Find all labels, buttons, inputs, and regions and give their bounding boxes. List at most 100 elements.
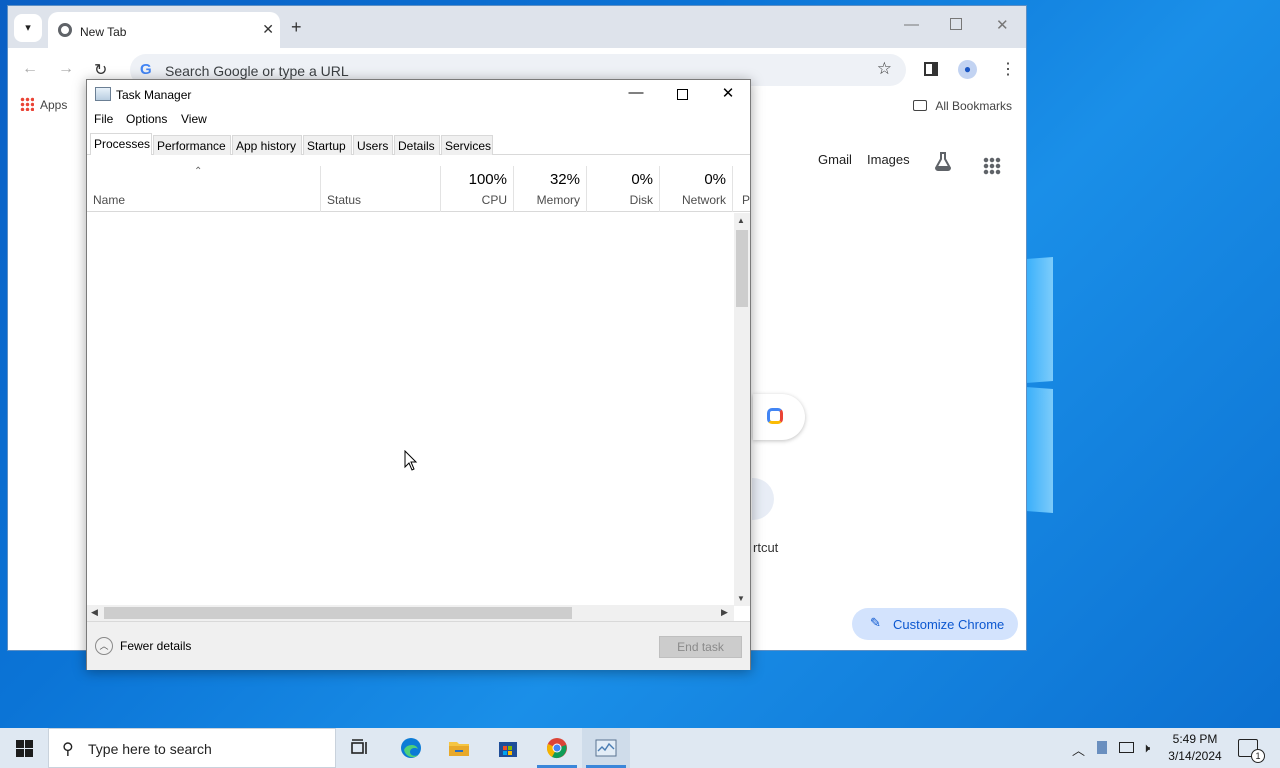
vertical-scrollbar[interactable]: ▲ ▼ bbox=[734, 213, 750, 606]
vertical-scroll-thumb[interactable] bbox=[736, 230, 748, 307]
side-panel-icon[interactable] bbox=[924, 62, 938, 76]
column-status-label: Status bbox=[327, 193, 362, 207]
scroll-right-icon[interactable]: ▶ bbox=[721, 607, 728, 618]
notification-count-badge: 1 bbox=[1251, 749, 1265, 763]
fewer-details-link[interactable]: Fewer details bbox=[120, 639, 191, 653]
end-task-button[interactable]: End task bbox=[659, 636, 742, 658]
network-icon[interactable] bbox=[1119, 742, 1134, 753]
pencil-icon: ✎ bbox=[870, 615, 881, 630]
gmail-link[interactable]: Gmail bbox=[818, 152, 852, 167]
customize-chrome-button[interactable]: ✎ Customize Chrome bbox=[852, 608, 1018, 640]
google-g-icon: G bbox=[140, 61, 152, 78]
tray-app-icon[interactable] bbox=[1097, 741, 1107, 754]
column-status[interactable]: Status bbox=[321, 166, 441, 212]
task-manager-titlebar[interactable]: Task Manager — ✕ bbox=[87, 80, 750, 108]
column-cpu-label: CPU bbox=[481, 193, 507, 207]
column-network-label: Network bbox=[681, 193, 726, 207]
menu-options[interactable]: Options bbox=[126, 112, 167, 126]
task-view-button[interactable] bbox=[336, 728, 384, 768]
google-apps-icon[interactable] bbox=[983, 157, 1001, 175]
cpu-percent: 100% bbox=[468, 171, 507, 188]
images-link[interactable]: Images bbox=[867, 152, 910, 167]
menu-file[interactable]: File bbox=[94, 112, 113, 126]
column-cpu[interactable]: 100% CPU bbox=[441, 166, 514, 212]
task-manager-icon bbox=[595, 739, 617, 757]
clock-time: 5:49 PM bbox=[1172, 732, 1218, 746]
reload-icon[interactable]: ↻ bbox=[94, 60, 107, 80]
folder-icon bbox=[913, 100, 928, 111]
action-center-icon[interactable]: 1 bbox=[1238, 739, 1265, 763]
column-name[interactable]: Name bbox=[87, 166, 321, 212]
close-icon[interactable]: ✕ bbox=[713, 84, 743, 102]
memory-percent: 32% bbox=[549, 171, 580, 188]
desktop-windows-logo bbox=[1026, 257, 1056, 513]
all-bookmarks-button[interactable]: All Bookmarks bbox=[913, 99, 1012, 113]
minimize-icon[interactable]: — bbox=[621, 84, 651, 101]
tab-new-tab[interactable]: New Tab ✕ bbox=[48, 12, 280, 48]
lens-search-button[interactable] bbox=[753, 394, 805, 440]
file-explorer-taskbar-button[interactable] bbox=[435, 728, 483, 768]
scroll-up-icon[interactable]: ▲ bbox=[737, 216, 745, 225]
bookmark-star-icon[interactable]: ☆ bbox=[877, 59, 892, 79]
google-lens-icon bbox=[767, 408, 783, 424]
tab-startup[interactable]: Startup bbox=[303, 135, 352, 155]
forward-icon[interactable]: → bbox=[58, 60, 74, 78]
column-disk[interactable]: 0% Disk bbox=[587, 166, 660, 212]
start-button[interactable] bbox=[0, 728, 48, 768]
chevron-up-circle-icon[interactable]: ︿ bbox=[95, 637, 113, 655]
chrome-taskbar-button[interactable] bbox=[533, 728, 581, 768]
tab-app-history[interactable]: App history bbox=[232, 135, 302, 155]
column-truncated-label: P bbox=[742, 193, 751, 207]
new-tab-button[interactable]: + bbox=[291, 17, 302, 38]
back-icon[interactable]: ← bbox=[22, 60, 38, 78]
tab-performance[interactable]: Performance bbox=[153, 135, 231, 155]
tab-close-icon[interactable]: ✕ bbox=[262, 21, 274, 38]
all-bookmarks-label: All Bookmarks bbox=[935, 99, 1012, 113]
maximize-icon[interactable] bbox=[950, 18, 962, 30]
labs-flask-icon[interactable] bbox=[932, 150, 954, 172]
column-network[interactable]: 0% Network bbox=[660, 166, 733, 212]
close-window-icon[interactable]: ✕ bbox=[996, 16, 1009, 34]
network-percent: 0% bbox=[704, 171, 726, 188]
taskbar-search-input[interactable]: Type here to search bbox=[88, 741, 212, 757]
taskbar: ⚲ Type here to search ︿ 🕨 5:49 PM 3/14/2… bbox=[0, 728, 1280, 768]
maximize-icon[interactable] bbox=[677, 89, 688, 100]
tab-search-button[interactable]: ▾ bbox=[14, 14, 42, 42]
omnibox-input[interactable]: Search Google or type a URL bbox=[165, 63, 349, 79]
tab-users[interactable]: Users bbox=[353, 135, 393, 155]
profile-avatar-icon[interactable]: ● bbox=[958, 60, 977, 79]
column-truncated[interactable]: P bbox=[733, 166, 750, 212]
task-manager-window: Task Manager — ✕ File Options View Proce… bbox=[86, 79, 751, 670]
tab-processes[interactable]: Processes bbox=[90, 133, 152, 155]
disk-percent: 0% bbox=[631, 171, 653, 188]
horizontal-scrollbar[interactable]: ◀ ▶ bbox=[87, 605, 734, 621]
edge-taskbar-button[interactable] bbox=[387, 728, 435, 768]
taskbar-clock[interactable]: 5:49 PM 3/14/2024 bbox=[1160, 731, 1230, 765]
chrome-menu-icon[interactable]: ⋮ bbox=[1000, 59, 1016, 79]
shortcut-label: rtcut bbox=[753, 540, 779, 555]
volume-muted-icon[interactable]: 🕨 bbox=[1142, 740, 1150, 756]
horizontal-scroll-thumb[interactable] bbox=[104, 607, 572, 619]
task-manager-taskbar-button[interactable] bbox=[582, 728, 630, 768]
column-memory[interactable]: 32% Memory bbox=[514, 166, 587, 212]
minimize-icon[interactable]: — bbox=[904, 16, 919, 33]
tab-details[interactable]: Details bbox=[394, 135, 440, 155]
add-shortcut-tile[interactable] bbox=[752, 478, 774, 520]
tab-strip: ▾ New Tab ✕ + — ✕ bbox=[8, 6, 1026, 48]
search-icon: ⚲ bbox=[62, 741, 74, 758]
chevron-down-icon: ▾ bbox=[25, 22, 31, 34]
clock-date: 3/14/2024 bbox=[1168, 749, 1222, 763]
store-taskbar-button[interactable] bbox=[484, 728, 532, 768]
task-manager-footer: ︿ Fewer details End task bbox=[87, 621, 750, 670]
scroll-left-icon[interactable]: ◀ bbox=[91, 607, 98, 618]
apps-shortcut[interactable]: Apps bbox=[20, 97, 67, 112]
taskbar-search-box[interactable]: ⚲ Type here to search bbox=[48, 728, 336, 768]
customize-chrome-label: Customize Chrome bbox=[893, 617, 1005, 632]
scroll-down-icon[interactable]: ▼ bbox=[737, 594, 745, 603]
menu-view[interactable]: View bbox=[181, 112, 207, 126]
apps-label: Apps bbox=[40, 98, 68, 112]
chrome-favicon-icon bbox=[58, 23, 72, 37]
show-hidden-icons-chevron-icon[interactable]: ︿ bbox=[1072, 740, 1085, 759]
apps-grid-icon bbox=[20, 97, 34, 111]
tab-services[interactable]: Services bbox=[441, 135, 493, 155]
